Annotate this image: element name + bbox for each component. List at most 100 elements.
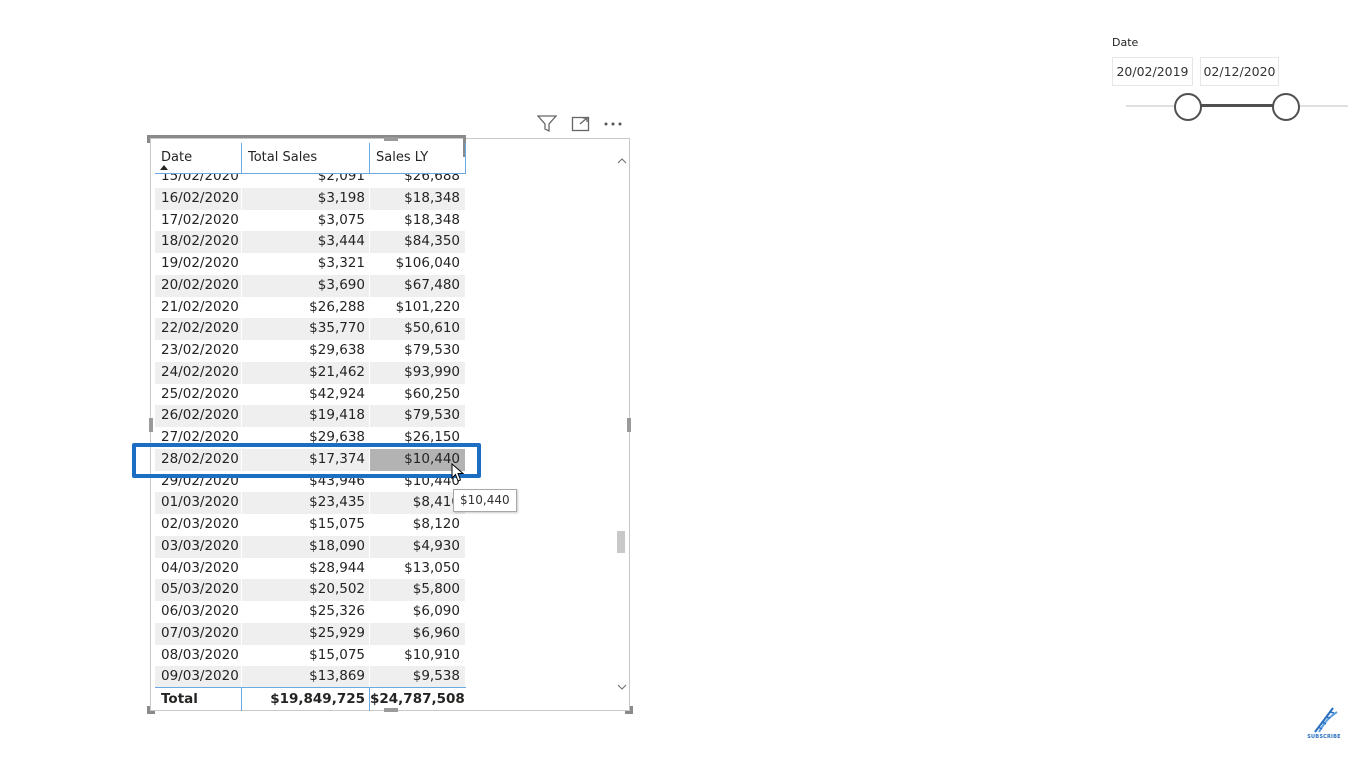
cell-date[interactable]: 21/02/2020 — [155, 296, 242, 319]
cell-date[interactable]: 07/03/2020 — [155, 622, 242, 645]
cell-total-sales[interactable]: $20,502 — [242, 579, 370, 601]
cell-total-sales[interactable]: $3,075 — [242, 209, 370, 232]
cell-date[interactable]: 28/02/2020 — [155, 448, 242, 471]
table-row[interactable]: 15/02/2020 $2,091 $26,688 — [155, 174, 466, 188]
table-visual[interactable]: Date Total Sales Sales LY 15/02/2020 $2,0… — [147, 135, 633, 714]
cell-sales-ly[interactable]: $84,350 — [370, 231, 466, 253]
table-row[interactable]: 02/03/2020 $15,075 $8,120 — [155, 514, 466, 536]
cell-sales-ly[interactable]: $8,120 — [370, 514, 466, 536]
table-row[interactable]: 19/02/2020 $3,321 $106,040 — [155, 253, 466, 275]
cell-date[interactable]: 04/03/2020 — [155, 557, 242, 580]
cell-total-sales[interactable]: $23,435 — [242, 492, 370, 514]
table-row[interactable]: 23/02/2020 $29,638 $79,530 — [155, 340, 466, 362]
cell-total-sales[interactable]: $15,075 — [242, 514, 370, 536]
table-row[interactable]: 28/02/2020 $17,374 $10,440 — [155, 448, 466, 471]
cell-date[interactable]: 26/02/2020 — [155, 405, 242, 427]
cell-date[interactable]: 16/02/2020 — [155, 187, 242, 210]
cell-total-sales[interactable]: $2,091 — [242, 174, 370, 188]
cell-date[interactable]: 24/02/2020 — [155, 361, 242, 384]
cell-total-sales[interactable]: $19,418 — [242, 405, 370, 427]
cell-date[interactable]: 06/03/2020 — [155, 601, 242, 623]
table-row[interactable]: 17/02/2020 $3,075 $18,348 — [155, 209, 466, 232]
resize-handle-top-left[interactable] — [147, 135, 155, 143]
table-row[interactable]: 24/02/2020 $21,462 $93,990 — [155, 361, 466, 384]
cell-date[interactable]: 17/02/2020 — [155, 209, 242, 232]
cell-total-sales[interactable]: $29,638 — [242, 427, 370, 449]
cell-total-sales[interactable]: $42,924 — [242, 383, 370, 406]
cell-total-sales[interactable]: $3,321 — [242, 253, 370, 275]
scroll-up-icon[interactable] — [617, 151, 627, 164]
cell-total-sales[interactable]: $26,288 — [242, 296, 370, 319]
cell-total-sales[interactable]: $15,075 — [242, 644, 370, 667]
cell-total-sales[interactable]: $17,374 — [242, 448, 370, 471]
cell-sales-ly[interactable]: $4,930 — [370, 535, 466, 558]
cell-total-sales[interactable]: $25,326 — [242, 601, 370, 623]
slider-end-handle[interactable] — [1272, 93, 1300, 121]
table-row[interactable]: 25/02/2020 $42,924 $60,250 — [155, 383, 466, 406]
table-row[interactable]: 16/02/2020 $3,198 $18,348 — [155, 187, 466, 210]
cell-sales-ly[interactable]: $93,990 — [370, 361, 466, 384]
cell-date[interactable]: 05/03/2020 — [155, 579, 242, 601]
cell-date[interactable]: 15/02/2020 — [155, 174, 242, 188]
table-row[interactable]: 07/03/2020 $25,929 $6,960 — [155, 622, 466, 645]
cell-total-sales[interactable]: $3,690 — [242, 274, 370, 297]
cell-sales-ly[interactable]: $13,050 — [370, 557, 466, 580]
more-options-icon[interactable] — [602, 113, 624, 135]
column-header-sales-ly[interactable]: Sales LY — [370, 143, 466, 173]
cell-date[interactable]: 27/02/2020 — [155, 427, 242, 449]
column-header-date[interactable]: Date — [155, 143, 242, 173]
cell-total-sales[interactable]: $18,090 — [242, 535, 370, 558]
cell-date[interactable]: 25/02/2020 — [155, 383, 242, 406]
table-body[interactable]: 15/02/2020 $2,091 $26,688 16/02/2020 $3,198 $… — [155, 174, 466, 687]
scrollbar-thumb[interactable] — [617, 531, 625, 553]
resize-handle-bottom-right[interactable] — [625, 706, 633, 714]
resize-handle-bottom-left[interactable] — [147, 706, 155, 714]
slider-start-handle[interactable] — [1174, 93, 1202, 121]
table-row[interactable]: 08/03/2020 $15,075 $10,910 — [155, 644, 466, 667]
cell-total-sales[interactable]: $25,929 — [242, 622, 370, 645]
table-row[interactable]: 01/03/2020 $23,435 $8,410 — [155, 492, 466, 514]
cell-date[interactable]: 02/03/2020 — [155, 514, 242, 536]
resize-handle-left[interactable] — [149, 418, 153, 432]
scroll-down-icon[interactable] — [617, 677, 627, 690]
cell-sales-ly[interactable]: $79,530 — [370, 405, 466, 427]
cell-sales-ly[interactable]: $101,220 — [370, 296, 466, 319]
cell-total-sales[interactable]: $28,944 — [242, 557, 370, 580]
cell-date[interactable]: 03/03/2020 — [155, 535, 242, 558]
column-header-total-sales[interactable]: Total Sales — [242, 143, 370, 173]
end-date-input[interactable]: 02/12/2020 — [1200, 57, 1279, 86]
cell-sales-ly[interactable]: $18,348 — [370, 187, 466, 210]
cell-date[interactable]: 29/02/2020 — [155, 470, 242, 493]
cell-sales-ly[interactable]: $26,150 — [370, 427, 466, 449]
cell-sales-ly[interactable]: $60,250 — [370, 383, 466, 406]
cell-sales-ly[interactable]: $67,480 — [370, 274, 466, 297]
cell-date[interactable]: 08/03/2020 — [155, 644, 242, 667]
cell-date[interactable]: 18/02/2020 — [155, 231, 242, 253]
cell-total-sales[interactable]: $29,638 — [242, 340, 370, 362]
cell-sales-ly[interactable]: $26,688 — [370, 174, 466, 188]
cell-date[interactable]: 01/03/2020 — [155, 492, 242, 514]
table-row[interactable]: 22/02/2020 $35,770 $50,610 — [155, 318, 466, 340]
cell-sales-ly[interactable]: $5,800 — [370, 579, 466, 601]
cell-total-sales[interactable]: $43,946 — [242, 470, 370, 493]
table-row[interactable]: 04/03/2020 $28,944 $13,050 — [155, 557, 466, 580]
table-row[interactable]: 09/03/2020 $13,869 $9,538 — [155, 666, 466, 687]
subscribe-logo[interactable]: SUBSCRIBE — [1304, 706, 1344, 744]
cell-sales-ly[interactable]: $6,090 — [370, 601, 466, 623]
cell-sales-ly[interactable]: $10,910 — [370, 644, 466, 667]
start-date-input[interactable]: 20/02/2019 — [1112, 57, 1193, 86]
table-row[interactable]: 18/02/2020 $3,444 $84,350 — [155, 231, 466, 253]
cell-sales-ly[interactable]: $50,610 — [370, 318, 466, 340]
cell-sales-ly[interactable]: $8,410 — [370, 492, 466, 514]
cell-date[interactable]: 20/02/2020 — [155, 274, 242, 297]
cell-total-sales[interactable]: $3,198 — [242, 187, 370, 210]
table-row[interactable]: 20/02/2020 $3,690 $67,480 — [155, 274, 466, 297]
table-row[interactable]: 06/03/2020 $25,326 $6,090 — [155, 601, 466, 623]
cell-date[interactable]: 23/02/2020 — [155, 340, 242, 362]
cell-date[interactable]: 19/02/2020 — [155, 253, 242, 275]
cell-date[interactable]: 22/02/2020 — [155, 318, 242, 340]
cell-sales-ly[interactable]: $79,530 — [370, 340, 466, 362]
cell-sales-ly[interactable]: $106,040 — [370, 253, 466, 275]
table-row[interactable]: 27/02/2020 $29,638 $26,150 — [155, 427, 466, 449]
cell-total-sales[interactable]: $13,869 — [242, 666, 370, 687]
